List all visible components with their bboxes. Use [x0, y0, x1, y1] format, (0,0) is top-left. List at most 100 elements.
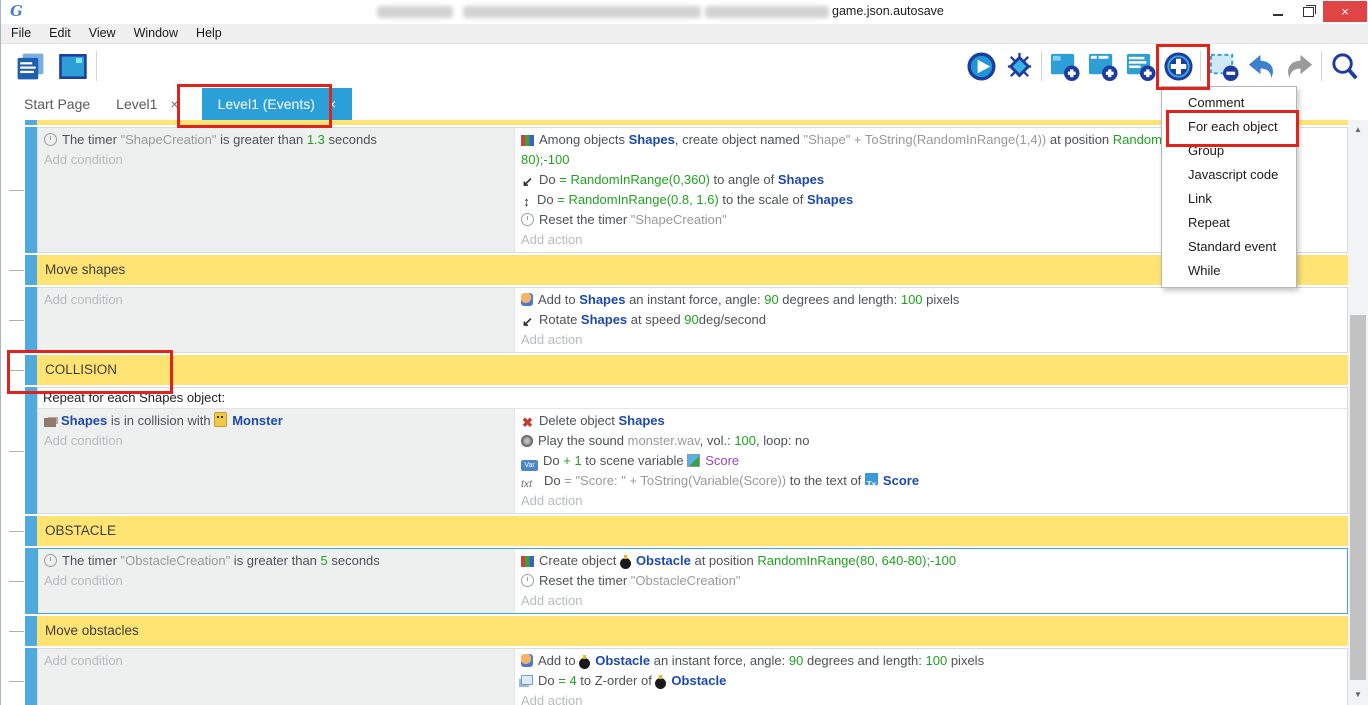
tab-start-page[interactable]: Start Page: [11, 88, 103, 120]
action-row[interactable]: Add to Obstacle an instant force, angle:…: [515, 651, 1277, 671]
add-condition[interactable]: Add condition: [38, 651, 514, 671]
context-menu-item-repeat[interactable]: Repeat: [1162, 211, 1296, 235]
menu-view[interactable]: View: [80, 24, 125, 43]
add-comment-icon[interactable]: [1122, 49, 1158, 83]
add-action[interactable]: Add action: [515, 330, 1277, 350]
action-row[interactable]: Do = "Score: " + ToString(Variable(Score…: [515, 471, 1277, 491]
event-indent-bar[interactable]: [25, 648, 37, 705]
minimize-button[interactable]: [1263, 1, 1293, 22]
text-segment: 90: [684, 312, 698, 327]
context-menu-item-group[interactable]: Group: [1162, 139, 1296, 163]
actions-column: Delete object ShapesPlay the sound monst…: [514, 409, 1347, 513]
event-body: The timer "ShapeCreation" is greater tha…: [37, 127, 1348, 253]
vertical-scrollbar[interactable]: ▲ ▼: [1348, 120, 1368, 705]
debug-icon[interactable]: [1001, 49, 1037, 83]
conditions-column: Add condition: [38, 288, 514, 352]
text-segment: "Shape" + ToString(RandomInRange(1,4)): [804, 132, 1047, 147]
action-row[interactable]: Create object Obstacle at position Rando…: [515, 551, 1277, 571]
event-body: Add conditionAdd to Obstacle an instant …: [37, 648, 1348, 705]
action-row[interactable]: Play the sound monster.wav, vol.: 100, l…: [515, 431, 1277, 451]
action-row[interactable]: Rotate Shapes at speed 90deg/second: [515, 310, 1277, 330]
action-row[interactable]: Add to Shapes an instant force, angle: 9…: [515, 290, 1277, 310]
add-action[interactable]: Add action: [515, 691, 1277, 705]
scroll-down-arrow[interactable]: ▼: [1348, 687, 1368, 703]
text-segment: to angle of: [710, 172, 778, 187]
tab-close-icon[interactable]: ×: [328, 96, 336, 112]
tab-level1[interactable]: Level1×: [103, 88, 191, 120]
restore-button[interactable]: [1293, 1, 1323, 22]
menu-edit[interactable]: Edit: [40, 24, 80, 43]
context-menu-item-comment[interactable]: Comment: [1162, 91, 1296, 115]
condition-row[interactable]: The timer "ObstacleCreation" is greater …: [38, 551, 514, 571]
add-condition[interactable]: Add condition: [38, 290, 514, 310]
event-indent-bar[interactable]: [25, 355, 37, 385]
scene-editor-icon[interactable]: [54, 49, 90, 83]
delete-event-icon[interactable]: [1205, 49, 1241, 83]
redacted-title-text: [705, 6, 829, 18]
menu-file[interactable]: File: [2, 24, 40, 43]
add-other-event-icon[interactable]: [1160, 49, 1196, 83]
scroll-up-arrow[interactable]: ▲: [1348, 122, 1368, 138]
event-indent-bar[interactable]: [25, 127, 37, 253]
comment-body[interactable]: OBSTACLE: [37, 516, 1348, 546]
text-segment: Add to: [538, 292, 579, 307]
undo-icon[interactable]: [1243, 49, 1279, 83]
text-segment: Do: [539, 172, 559, 187]
play-button-icon[interactable]: [963, 49, 999, 83]
project-manager-icon[interactable]: [12, 49, 48, 83]
add-condition[interactable]: Add condition: [38, 431, 514, 451]
comment-body[interactable]: [37, 120, 1348, 125]
event-columns: Shapes is in collision with MonsterAdd c…: [38, 409, 1347, 513]
timer-icon: [521, 213, 534, 226]
add-action[interactable]: Add action: [515, 591, 1277, 611]
context-menu-item-for-each-object[interactable]: For each object: [1162, 115, 1296, 139]
text-segment: an instant force, angle:: [650, 653, 789, 668]
comment-body[interactable]: Move shapes: [37, 255, 1348, 285]
action-row[interactable]: Do = 4 to Z-order of Obstacle: [515, 671, 1277, 691]
menu-window[interactable]: Window: [125, 24, 187, 43]
menu-help[interactable]: Help: [187, 24, 231, 43]
comment-body[interactable]: Move obstacles: [37, 616, 1348, 646]
condition-row[interactable]: The timer "ShapeCreation" is greater tha…: [38, 130, 514, 150]
force-icon: [521, 654, 533, 667]
add-condition[interactable]: Add condition: [38, 150, 514, 170]
context-menu-item-standard-event[interactable]: Standard event: [1162, 235, 1296, 259]
context-menu-item-link[interactable]: Link: [1162, 187, 1296, 211]
context-menu-item-while[interactable]: While: [1162, 259, 1296, 283]
text-segment: RandomInRange(80, 640-80);-100: [757, 553, 956, 568]
event-indent-bar[interactable]: [25, 387, 37, 514]
timer-icon: [44, 554, 57, 567]
toolbar-separator: [1321, 51, 1322, 81]
tab-level1-events[interactable]: Level1 (Events)×: [202, 88, 352, 120]
text-segment: 1.3: [307, 132, 325, 147]
close-button[interactable]: ×: [1323, 1, 1367, 22]
redo-icon[interactable]: [1281, 49, 1317, 83]
tab-close-icon[interactable]: ×: [170, 96, 178, 112]
comment-body[interactable]: COLLISION: [37, 355, 1348, 385]
event-block: Add conditionAdd to Shapes an instant fo…: [25, 287, 1348, 353]
event-indent-bar[interactable]: [25, 548, 37, 614]
action-row[interactable]: Do + 1 to scene variable Score: [515, 451, 1277, 471]
action-row[interactable]: Reset the timer "ObstacleCreation": [515, 571, 1277, 591]
add-action[interactable]: Add action: [515, 491, 1277, 511]
event-indent-bar[interactable]: [25, 287, 37, 353]
event-indent-bar[interactable]: [25, 616, 37, 646]
condition-row[interactable]: Shapes is in collision with Monster: [38, 411, 514, 431]
add-event-icon[interactable]: [1046, 49, 1082, 83]
foreach-header[interactable]: Repeat for each Shapes object:: [38, 388, 1347, 409]
scrollbar-thumb[interactable]: [1350, 315, 1366, 680]
context-menu-item-javascript-code[interactable]: Javascript code: [1162, 163, 1296, 187]
event-indent-bar[interactable]: [25, 120, 37, 125]
event-indent-bar[interactable]: [25, 516, 37, 546]
scale-icon: [521, 192, 532, 205]
add-sub-event-icon[interactable]: [1084, 49, 1120, 83]
rotate-icon: [521, 312, 534, 325]
add-condition[interactable]: Add condition: [38, 571, 514, 591]
search-icon[interactable]: [1326, 49, 1362, 83]
text-segment: Reset the timer: [539, 573, 631, 588]
event-indent-bar[interactable]: [25, 255, 37, 285]
delete-icon: [521, 413, 534, 426]
action-row[interactable]: Delete object Shapes: [515, 411, 1277, 431]
text-segment: Rotate: [539, 312, 581, 327]
text-segment: is greater than: [230, 553, 320, 568]
